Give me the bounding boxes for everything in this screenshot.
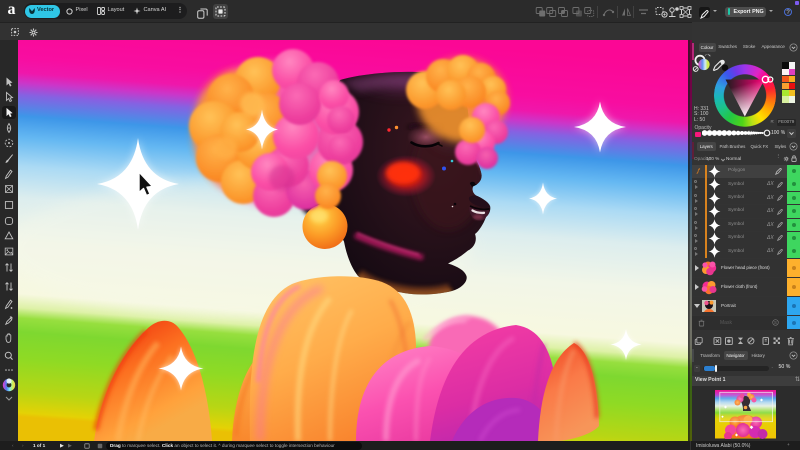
svg-text:S: S	[774, 320, 777, 325]
